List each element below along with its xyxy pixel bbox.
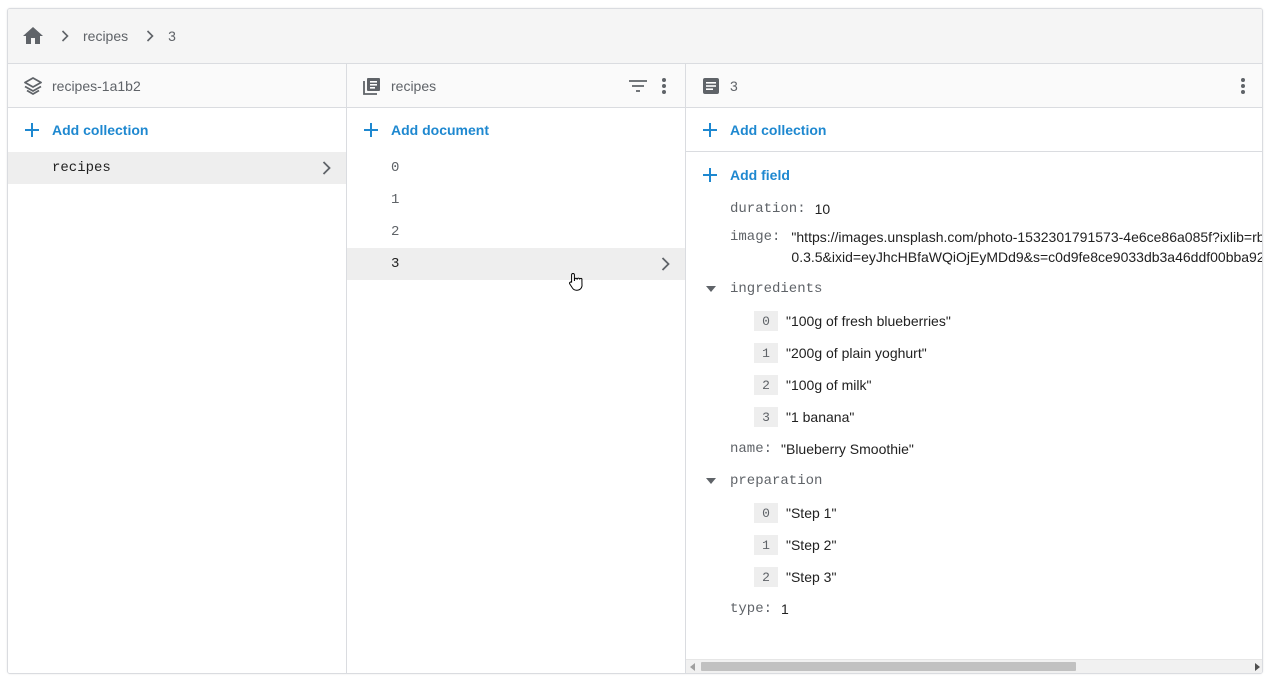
add-collection-button[interactable]: Add collection bbox=[8, 108, 346, 152]
add-document-button[interactable]: Add document bbox=[347, 108, 685, 152]
field-key: preparation bbox=[730, 473, 823, 489]
document-item-1[interactable]: 1 bbox=[347, 184, 685, 216]
list-item-label: 2 bbox=[391, 224, 400, 240]
array-item[interactable]: 1 "Step 2" bbox=[754, 531, 836, 559]
list-item-label: 3 bbox=[391, 256, 400, 272]
filter-icon[interactable] bbox=[627, 75, 649, 97]
array-item[interactable]: 0 "100g of fresh blueberries" bbox=[754, 307, 951, 335]
field-value: 10 bbox=[814, 201, 831, 217]
firestore-data-viewer: recipes 3 recipes-1a1b2 Add collection r… bbox=[7, 8, 1263, 674]
plus-icon bbox=[701, 121, 719, 139]
collection-panel-title: recipes bbox=[391, 77, 437, 94]
array-index: 2 bbox=[754, 567, 778, 587]
arrow-drop-down-icon[interactable] bbox=[704, 282, 718, 296]
plus-icon bbox=[701, 166, 719, 184]
add-field-button[interactable]: Add field bbox=[686, 152, 1262, 197]
collection-panel-header: recipes bbox=[347, 64, 685, 108]
firestore-stack-icon bbox=[23, 76, 43, 96]
plus-icon bbox=[362, 121, 380, 139]
more-vert-icon[interactable] bbox=[653, 75, 675, 97]
breadcrumb: recipes 3 bbox=[8, 9, 1262, 64]
field-type[interactable]: type: 1 bbox=[730, 595, 789, 623]
array-value: "Step 3" bbox=[786, 569, 837, 585]
array-index: 0 bbox=[754, 311, 778, 331]
field-key: image: bbox=[730, 229, 781, 245]
document-header-actions bbox=[1232, 64, 1254, 108]
document-panel: 3 Add collection Add field duration: 10 … bbox=[686, 64, 1263, 673]
more-vert-icon[interactable] bbox=[1232, 75, 1254, 97]
hand-cursor-icon bbox=[569, 272, 583, 291]
add-subcollection-button[interactable]: Add collection bbox=[686, 108, 1262, 152]
field-ingredients[interactable]: ingredients bbox=[704, 275, 822, 303]
field-preparation[interactable]: preparation bbox=[704, 467, 822, 495]
root-panel-header: recipes-1a1b2 bbox=[8, 64, 346, 108]
chevron-right-icon bbox=[318, 160, 334, 176]
document-icon bbox=[701, 76, 721, 96]
plus-icon bbox=[23, 121, 41, 139]
collection-item-recipes[interactable]: recipes bbox=[8, 152, 346, 184]
array-index: 0 bbox=[754, 503, 778, 523]
scroll-left-icon[interactable] bbox=[689, 663, 697, 671]
collection-icon bbox=[362, 76, 382, 96]
field-value: "Blueberry Smoothie" bbox=[781, 441, 914, 457]
list-item-label: 0 bbox=[391, 160, 400, 176]
collection-panel: recipes Add document 0 1 2 3 bbox=[347, 64, 686, 673]
add-collection-label: Add collection bbox=[730, 121, 827, 138]
array-value: "200g of plain yoghurt" bbox=[786, 345, 927, 361]
arrow-drop-down-icon[interactable] bbox=[704, 474, 718, 488]
array-item[interactable]: 2 "100g of milk" bbox=[754, 371, 871, 399]
add-document-label: Add document bbox=[391, 122, 489, 138]
field-key: name: bbox=[730, 441, 773, 457]
array-item[interactable]: 1 "200g of plain yoghurt" bbox=[754, 339, 927, 367]
scrollbar-thumb[interactable] bbox=[701, 662, 1076, 671]
chevron-right-icon bbox=[657, 256, 673, 272]
array-item[interactable]: 3 "1 banana" bbox=[754, 403, 854, 431]
list-item-label: 1 bbox=[391, 192, 400, 208]
array-value: "Step 2" bbox=[786, 537, 837, 553]
field-key: duration: bbox=[730, 201, 806, 217]
array-index: 1 bbox=[754, 535, 778, 555]
array-value: "100g of fresh blueberries" bbox=[786, 313, 951, 329]
array-value: "Step 1" bbox=[786, 505, 837, 521]
collection-header-actions bbox=[627, 64, 675, 108]
field-key: ingredients bbox=[730, 281, 823, 297]
breadcrumb-item-document[interactable]: 3 bbox=[168, 28, 176, 44]
document-panel-title: 3 bbox=[730, 77, 738, 94]
image-url-line-1: "https://images.unsplash.com/photo-15323… bbox=[791, 229, 1263, 245]
array-item[interactable]: 2 "Step 3" bbox=[754, 563, 836, 591]
field-image[interactable]: image: "https://images.unsplash.com/phot… bbox=[730, 227, 1263, 267]
breadcrumb-item-recipes[interactable]: recipes bbox=[83, 28, 128, 44]
array-index: 1 bbox=[754, 343, 778, 363]
document-item-3[interactable]: 3 bbox=[347, 248, 685, 280]
array-value: "100g of milk" bbox=[786, 377, 872, 393]
add-collection-label: Add collection bbox=[52, 122, 149, 138]
home-icon[interactable] bbox=[23, 26, 43, 46]
document-item-0[interactable]: 0 bbox=[347, 152, 685, 184]
array-index: 2 bbox=[754, 375, 778, 395]
field-name[interactable]: name: "Blueberry Smoothie" bbox=[730, 435, 914, 463]
document-panel-header: 3 bbox=[686, 64, 1262, 108]
field-duration[interactable]: duration: 10 bbox=[730, 195, 830, 223]
document-item-2[interactable]: 2 bbox=[347, 216, 685, 248]
add-field-label: Add field bbox=[730, 166, 790, 183]
root-panel: recipes-1a1b2 Add collection recipes bbox=[8, 64, 347, 673]
image-url-line-2: 0.3.5&ixid=eyJhcHBfaWQiOjEyMDd9&s=c0d9fe… bbox=[791, 249, 1263, 265]
array-item[interactable]: 0 "Step 1" bbox=[754, 499, 836, 527]
scroll-right-icon[interactable] bbox=[1253, 663, 1261, 671]
horizontal-scrollbar[interactable] bbox=[686, 659, 1262, 673]
field-key: type: bbox=[730, 601, 773, 617]
array-value: "1 banana" bbox=[786, 409, 855, 425]
field-value: 1 bbox=[781, 601, 789, 617]
field-value: "https://images.unsplash.com/photo-15323… bbox=[791, 227, 1263, 267]
chevron-right-icon bbox=[142, 28, 158, 44]
root-panel-title: recipes-1a1b2 bbox=[52, 77, 141, 94]
array-index: 3 bbox=[754, 407, 778, 427]
chevron-right-icon bbox=[57, 28, 73, 44]
list-item-label: recipes bbox=[52, 160, 111, 176]
